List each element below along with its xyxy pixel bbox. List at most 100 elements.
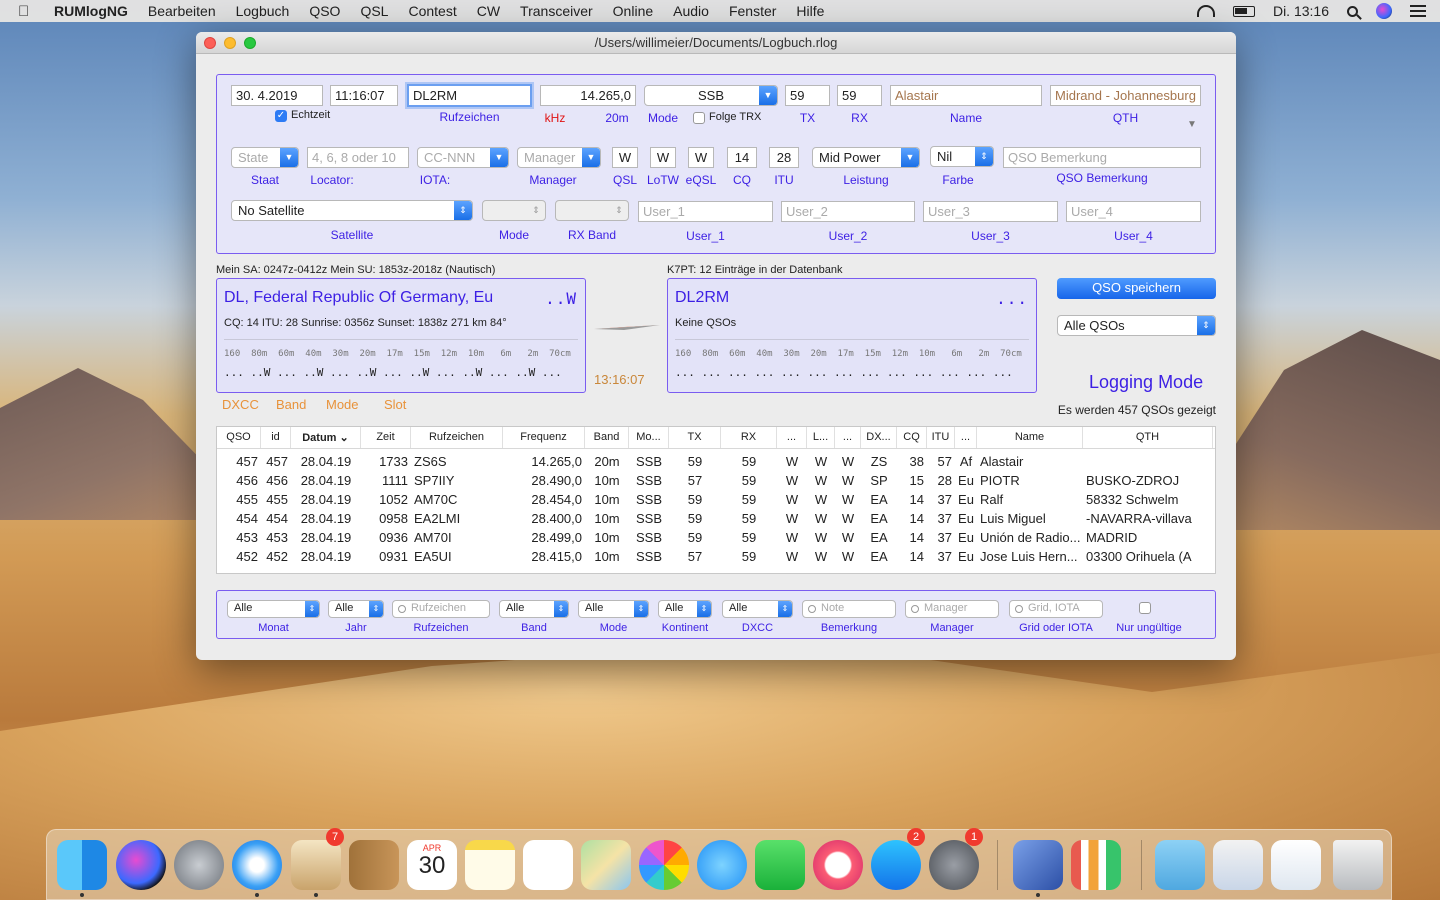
menu-bearbeiten[interactable]: Bearbeiten bbox=[148, 3, 216, 19]
mail-icon[interactable] bbox=[291, 840, 341, 890]
calendar-icon[interactable]: APR 30 bbox=[407, 840, 457, 890]
tx-report-field[interactable]: 59 bbox=[785, 85, 830, 106]
manager-select[interactable]: Manager ▼ bbox=[517, 147, 601, 168]
safari-icon[interactable] bbox=[232, 840, 282, 890]
color-select[interactable]: Nil ⇕ bbox=[930, 146, 994, 167]
preview-icon[interactable] bbox=[1271, 840, 1321, 890]
column-header-name[interactable]: Name bbox=[977, 427, 1083, 448]
folge-trx-checkbox[interactable] bbox=[693, 112, 705, 124]
name-field[interactable]: Alastair bbox=[890, 85, 1042, 106]
column-header-eqsl[interactable]: ... bbox=[835, 427, 861, 448]
dxcc-filter-select[interactable]: Alle ⇕ bbox=[722, 600, 793, 618]
column-header-cq[interactable]: CQ bbox=[897, 427, 927, 448]
siri-menu-icon[interactable] bbox=[1376, 3, 1392, 19]
invalid-only-checkbox[interactable] bbox=[1139, 602, 1151, 614]
month-filter-select[interactable]: Alle ⇕ bbox=[227, 600, 320, 618]
menu-qso[interactable]: QSO bbox=[309, 3, 340, 19]
column-header-qsl[interactable]: ... bbox=[777, 427, 807, 448]
time-field[interactable]: 11:16:07 bbox=[330, 85, 398, 106]
tab-dxcc[interactable]: DXCC bbox=[222, 397, 259, 412]
menu-audio[interactable]: Audio bbox=[673, 3, 709, 19]
column-header-tx[interactable]: TX bbox=[669, 427, 721, 448]
notification-center-icon[interactable] bbox=[1410, 5, 1426, 17]
power-select[interactable]: Mid Power ▼ bbox=[812, 147, 920, 168]
qso-filter-select[interactable]: Alle QSOs ⇕ bbox=[1057, 315, 1216, 336]
itu-zone-field[interactable]: 28 bbox=[769, 147, 799, 168]
note-filter-input[interactable]: Note bbox=[802, 600, 896, 618]
continent-filter-select[interactable]: Alle ⇕ bbox=[658, 600, 712, 618]
band-filter-select[interactable]: Alle ⇕ bbox=[499, 600, 569, 618]
satellite-select[interactable]: No Satellite ⇕ bbox=[231, 200, 473, 221]
column-header-zeit[interactable]: Zeit bbox=[361, 427, 411, 448]
menu-logbuch[interactable]: Logbuch bbox=[236, 3, 290, 19]
menu-app-name[interactable]: RUMlogNG bbox=[54, 3, 128, 19]
notes-icon[interactable] bbox=[465, 840, 515, 890]
column-header-qso[interactable]: QSO bbox=[217, 427, 261, 448]
column-header-lotw[interactable]: L... bbox=[807, 427, 835, 448]
column-header-rx[interactable]: RX bbox=[721, 427, 777, 448]
callsign-filter-input[interactable]: Rufzeichen bbox=[392, 600, 490, 618]
launchpad-icon[interactable] bbox=[174, 840, 224, 890]
locator-field[interactable]: 4, 6, 8 oder 10 bbox=[307, 147, 409, 168]
music-icon[interactable] bbox=[813, 840, 863, 890]
date-field[interactable]: 30. 4.2019 bbox=[231, 85, 323, 106]
wifi-icon[interactable] bbox=[1196, 5, 1215, 17]
column-header-datum[interactable]: Datum ⌄ bbox=[291, 427, 361, 448]
contacts-icon[interactable] bbox=[349, 840, 399, 890]
tab-slot[interactable]: Slot bbox=[384, 397, 406, 412]
menu-hilfe[interactable]: Hilfe bbox=[796, 3, 824, 19]
battery-icon[interactable] bbox=[1232, 5, 1255, 17]
qth-field[interactable]: Midrand - Johannesburg bbox=[1050, 85, 1201, 106]
mode-select[interactable]: SSB ▼ bbox=[644, 85, 778, 106]
mode-filter-select[interactable]: Alle ⇕ bbox=[578, 600, 649, 618]
column-header-band[interactable]: Band bbox=[585, 427, 629, 448]
close-window-button[interactable] bbox=[204, 37, 216, 49]
manager-filter-input[interactable]: Manager bbox=[905, 600, 999, 618]
column-header-continent[interactable]: ... bbox=[955, 427, 977, 448]
table-row[interactable]: 454 454 28.04.19 0958 EA2LMI 28.400,0 10m SSB 59… bbox=[217, 510, 1215, 529]
spotlight-search-icon[interactable] bbox=[1347, 5, 1358, 17]
system-preferences-icon[interactable] bbox=[929, 840, 979, 890]
facetime-icon[interactable] bbox=[755, 840, 805, 890]
user1-field[interactable]: User_1 bbox=[638, 201, 773, 222]
qso-remark-field[interactable]: QSO Bemerkung bbox=[1003, 147, 1201, 168]
menu-transceiver[interactable]: Transceiver bbox=[520, 3, 593, 19]
eqsl-field[interactable]: W bbox=[688, 147, 714, 168]
menu-contest[interactable]: Contest bbox=[408, 3, 456, 19]
column-header-itu[interactable]: ITU bbox=[927, 427, 955, 448]
save-qso-button[interactable]: QSO speichern bbox=[1057, 278, 1216, 299]
user2-field[interactable]: User_2 bbox=[781, 201, 915, 222]
minimize-window-button[interactable] bbox=[224, 37, 236, 49]
tab-mode[interactable]: Mode bbox=[326, 397, 359, 412]
finder-icon[interactable] bbox=[57, 840, 107, 890]
appstore-icon[interactable] bbox=[871, 840, 921, 890]
table-row[interactable]: 457 457 28.04.19 1733 ZS6S 14.265,0 20m SSB 59 59… bbox=[217, 453, 1215, 472]
siri-icon[interactable] bbox=[116, 840, 166, 890]
state-select[interactable]: State ▼ bbox=[231, 147, 299, 168]
table-row[interactable]: 456 456 28.04.19 1111 SP7IIY 28.490,0 10m SSB 57… bbox=[217, 472, 1215, 491]
apple-menu-icon[interactable]:  bbox=[18, 3, 38, 20]
table-row[interactable]: 455 455 28.04.19 1052 AM70C 28.454,0 10m SSB 59 5… bbox=[217, 491, 1215, 510]
lotw-field[interactable]: W bbox=[650, 147, 676, 168]
callsign-field[interactable]: DL2RM bbox=[407, 84, 532, 107]
column-header-dxcc[interactable]: DX... bbox=[861, 427, 897, 448]
sat-mode-select[interactable]: ⇕ bbox=[482, 200, 546, 221]
column-header-rufzeichen[interactable]: Rufzeichen bbox=[411, 427, 503, 448]
qsl-field[interactable]: W bbox=[612, 147, 638, 168]
user4-field[interactable]: User_4 bbox=[1066, 201, 1201, 222]
menu-fenster[interactable]: Fenster bbox=[729, 3, 776, 19]
column-header-mode[interactable]: Mo... bbox=[629, 427, 669, 448]
table-row[interactable]: 453 453 28.04.19 0936 AM70I 28.499,0 10m SSB 59 5… bbox=[217, 529, 1215, 548]
year-filter-select[interactable]: Alle ⇕ bbox=[328, 600, 384, 618]
qso-table[interactable]: QSO id Datum ⌄ Zeit Rufzeichen Frequenz … bbox=[216, 426, 1216, 574]
user3-field[interactable]: User_3 bbox=[923, 201, 1058, 222]
expand-disclosure-icon[interactable]: ▼ bbox=[1187, 119, 1197, 130]
rx-report-field[interactable]: 59 bbox=[837, 85, 882, 106]
trash-icon[interactable] bbox=[1333, 840, 1383, 890]
column-header-id[interactable]: id bbox=[261, 427, 291, 448]
tab-band[interactable]: Band bbox=[276, 397, 306, 412]
column-header-qth[interactable]: QTH bbox=[1083, 427, 1213, 448]
downloads-folder-icon[interactable] bbox=[1155, 840, 1205, 890]
cq-zone-field[interactable]: 14 bbox=[727, 147, 757, 168]
iota-select[interactable]: CC-NNN ▼ bbox=[417, 147, 509, 168]
